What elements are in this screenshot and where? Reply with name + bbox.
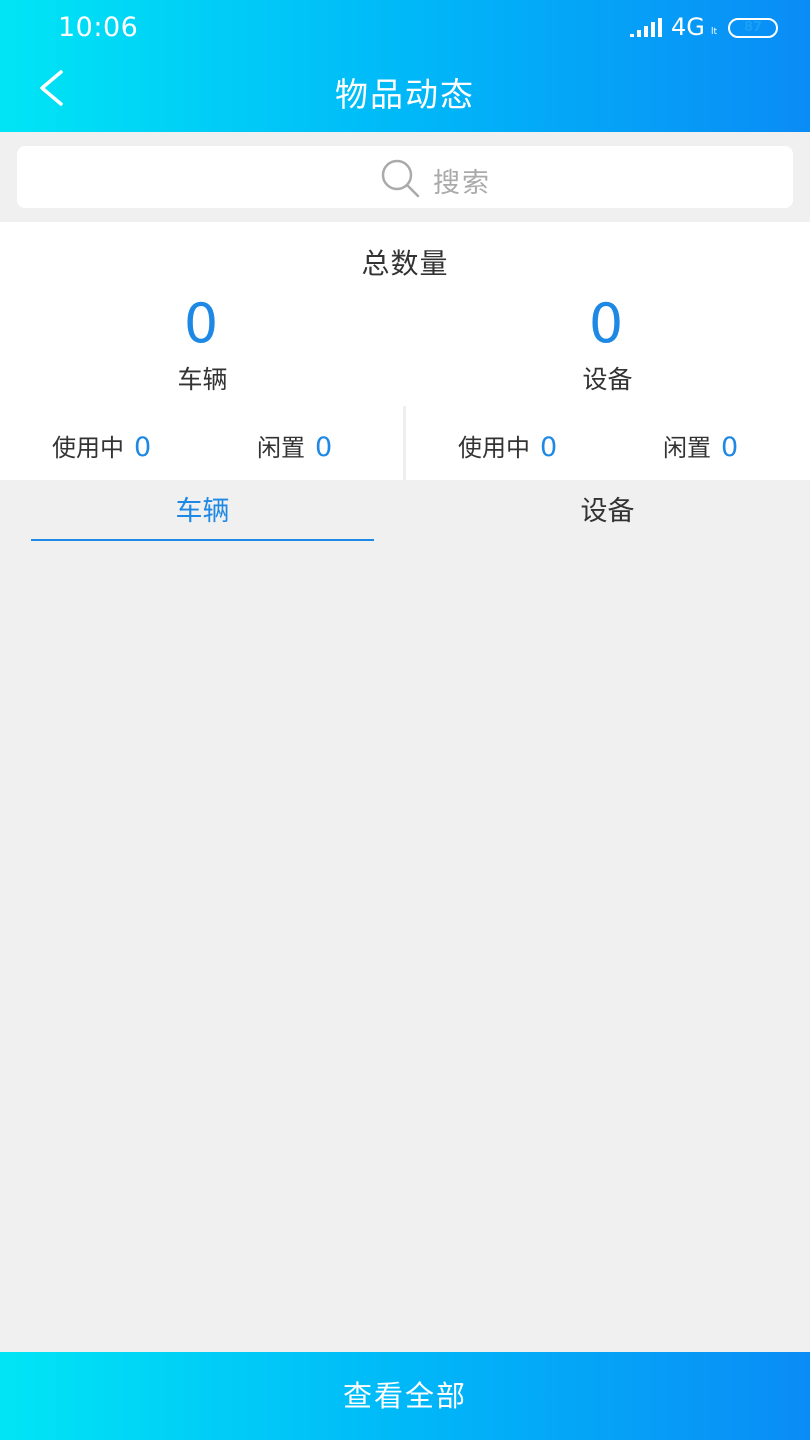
tab-vehicles[interactable]: 车辆 [0, 480, 405, 544]
equipment-in-use: 使用中 0 [458, 428, 557, 463]
stats-divider [403, 406, 406, 480]
vehicles-idle-label: 闲置 [257, 434, 305, 462]
equipment-idle-label: 闲置 [663, 434, 711, 462]
vehicles-in-use-label: 使用中 [52, 434, 124, 462]
signal-bars-icon [630, 18, 662, 37]
equipment-idle-value: 0 [721, 432, 739, 463]
vehicles-total-label: 车辆 [177, 365, 228, 394]
tab-bar: 车辆 设备 [0, 480, 810, 544]
vehicles-in-use: 使用中 0 [52, 428, 151, 463]
tab-equipment[interactable]: 设备 [405, 480, 810, 544]
network-type: 4G [671, 13, 705, 41]
equipment-in-use-value: 0 [540, 432, 558, 463]
battery-percent: 87 [743, 20, 763, 35]
network-subtype: lt [711, 27, 718, 37]
search-placeholder: 搜索 [433, 168, 491, 199]
vehicles-total-value: 0 [183, 292, 219, 355]
equipment-in-use-label: 使用中 [458, 434, 530, 462]
page-title: 物品动态 [335, 75, 475, 114]
vehicles-idle: 闲置 0 [257, 428, 332, 463]
equipment-total-value: 0 [588, 292, 624, 355]
equipment-total: 0 设备 [405, 292, 810, 396]
equipment-idle: 闲置 0 [663, 428, 738, 463]
vehicles-in-use-value: 0 [134, 432, 152, 463]
search-bar: 搜索 [0, 132, 810, 222]
view-all-button[interactable]: 查看全部 [0, 1352, 810, 1440]
battery-icon: 87 [728, 18, 778, 38]
item-list [0, 544, 810, 1352]
vehicles-total: 0 车辆 [0, 292, 405, 396]
tab-indicator [31, 539, 374, 541]
search-icon [381, 159, 420, 198]
summary-title: 总数量 [361, 247, 449, 280]
vehicles-idle-value: 0 [315, 432, 333, 463]
status-time: 10:06 [58, 12, 139, 43]
summary-panel: 总数量 0 车辆 0 设备 使用中 0 闲置 0 使用中 0 闲置 0 [0, 222, 810, 480]
search-input[interactable]: 搜索 [17, 146, 793, 208]
app-header: 10:06 4G lt 87 物品动态 [0, 0, 810, 132]
equipment-total-label: 设备 [582, 365, 633, 394]
status-bar: 10:06 4G lt 87 [0, 0, 810, 58]
